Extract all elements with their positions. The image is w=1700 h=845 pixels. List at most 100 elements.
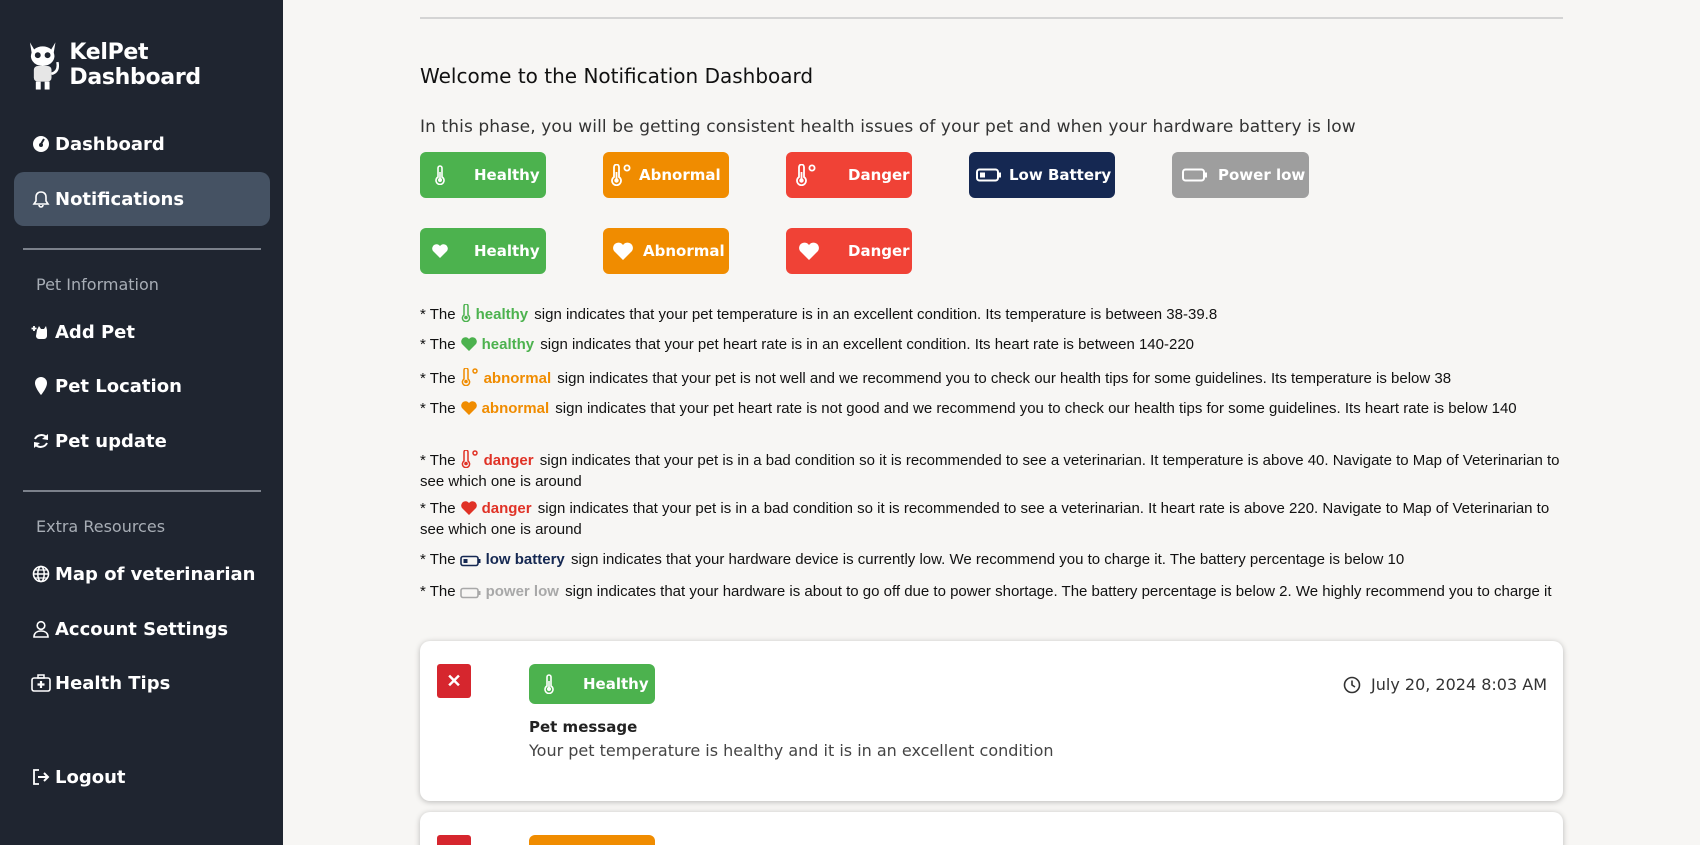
legend-keyword: power low <box>485 583 559 600</box>
legend-item: * The healthy sign indicates that your pe… <box>420 336 1570 357</box>
legend-item: * The abnormal sign indicates that your p… <box>420 400 1570 421</box>
legend-item: * The danger sign indicates that your pet… <box>420 449 1570 491</box>
legend-text: sign indicates that your pet is in a bad… <box>420 500 1550 538</box>
low-battery-badge[interactable]: Low Battery <box>969 152 1115 198</box>
intro-text: In this phase, you will be getting consi… <box>420 117 1356 137</box>
nav-health-tips-label: Health Tips <box>55 672 171 694</box>
top-divider <box>420 17 1563 19</box>
refresh-icon <box>31 431 51 451</box>
legend-keyword: abnormal <box>483 370 552 387</box>
thermometer-degree-icon <box>603 164 639 186</box>
legend-keyword: danger <box>481 500 532 517</box>
battery-low-icon <box>459 554 482 572</box>
nav-map-of-veterinarian[interactable]: Map of veterinarian <box>14 547 270 601</box>
thermometer-degree-icon <box>786 164 826 186</box>
clock-icon <box>1343 676 1361 693</box>
heart-icon <box>460 501 478 521</box>
legend-item: * The low battery sign indicates that you… <box>420 551 1570 572</box>
notification-status-badge: Healthy <box>529 664 655 704</box>
legend-keyword: abnormal <box>481 400 550 417</box>
power-low-label: Power low <box>1218 166 1306 184</box>
thermometer-icon <box>529 674 569 694</box>
power-low-badge[interactable]: Power low <box>1172 152 1309 198</box>
nav-health-tips[interactable]: Health Tips <box>14 656 270 710</box>
notification-timestamp: July 20, 2024 8:03 AM <box>1343 675 1547 694</box>
section-pet-information: Pet Information <box>36 275 159 294</box>
nav-map-of-veterinarian-label: Map of veterinarian <box>55 563 256 585</box>
brand-title: KelPet Dashboard <box>69 40 201 90</box>
nav-add-pet[interactable]: Add Pet <box>14 305 270 359</box>
battery-empty-icon <box>459 586 482 604</box>
legend-keyword: healthy <box>481 336 535 353</box>
legend-prefix: * The <box>420 336 456 353</box>
legend-text: sign indicates that your pet is in a bad… <box>420 452 1560 490</box>
nav-pet-location[interactable]: Pet Location <box>14 359 270 413</box>
heart-abnormal-badge[interactable]: Abnormal <box>603 228 729 274</box>
heart-abnormal-label: Abnormal <box>643 242 725 260</box>
dismiss-button[interactable]: ✕ <box>437 664 471 698</box>
medical-kit-icon <box>31 673 51 693</box>
nav-logout[interactable]: Logout <box>14 750 270 804</box>
legend-item: * The power low sign indicates that your … <box>420 583 1570 604</box>
legend-keyword: healthy <box>475 306 529 323</box>
legend-item: * The abnormal sign indicates that your p… <box>420 367 1570 391</box>
nav-add-pet-label: Add Pet <box>55 321 135 343</box>
temperature-healthy-badge[interactable]: Healthy <box>420 152 546 198</box>
legend-item: * The danger sign indicates that your pet… <box>420 500 1570 539</box>
temperature-abnormal-badge[interactable]: Abnormal <box>603 152 729 198</box>
legend-prefix: * The <box>420 500 456 517</box>
bell-icon <box>31 189 51 209</box>
battery-low-icon <box>969 168 1009 182</box>
nav-pet-location-label: Pet Location <box>55 375 182 397</box>
user-icon <box>31 619 51 639</box>
nav-account-settings[interactable]: Account Settings <box>14 602 270 656</box>
notification-title: Pet message <box>529 718 638 736</box>
dismiss-button[interactable]: ✕ <box>437 835 471 845</box>
heart-icon <box>420 243 460 259</box>
heart-danger-badge[interactable]: Danger <box>786 228 912 274</box>
temperature-healthy-label: Healthy <box>474 166 540 184</box>
brand[interactable]: KelPet Dashboard <box>26 38 283 92</box>
thermometer-icon <box>420 165 460 185</box>
nav-dashboard[interactable]: Dashboard <box>14 117 270 171</box>
legend-text: sign indicates that your pet heart rate … <box>551 400 1517 417</box>
nav-notifications-label: Notifications <box>55 188 185 210</box>
nav-pet-update-label: Pet update <box>55 430 167 452</box>
legend-item: * The healthy sign indicates that your pe… <box>420 303 1570 327</box>
legend-prefix: * The <box>420 306 456 323</box>
heart-icon <box>603 242 643 261</box>
nav-account-settings-label: Account Settings <box>55 618 229 640</box>
notification-body: Your pet temperature is healthy and it i… <box>529 741 1054 760</box>
nav-notifications[interactable]: Notifications <box>14 172 270 226</box>
heart-healthy-label: Healthy <box>474 242 540 260</box>
nav-pet-update[interactable]: Pet update <box>14 414 270 468</box>
legend-prefix: * The <box>420 551 456 568</box>
legend-prefix: * The <box>420 452 456 469</box>
temperature-abnormal-label: Abnormal <box>639 166 721 184</box>
thermometer-degree-icon <box>460 449 480 473</box>
notification-card: ✕ <box>420 812 1563 845</box>
thermometer-icon <box>460 303 472 327</box>
heart-icon <box>460 401 478 421</box>
heart-healthy-badge[interactable]: Healthy <box>420 228 546 274</box>
legend-prefix: * The <box>420 370 456 387</box>
cat-plus-icon <box>31 322 51 342</box>
dashboard-gauge-icon <box>31 134 51 154</box>
legend-keyword: danger <box>483 452 534 469</box>
sidebar: KelPet Dashboard Dashboard Notifications… <box>0 0 283 845</box>
battery-empty-icon <box>1172 168 1218 182</box>
page-title: Welcome to the Notification Dashboard <box>420 64 814 88</box>
notification-status-label: Healthy <box>583 675 649 693</box>
sidebar-divider <box>23 490 261 492</box>
notification-card: ✕ Healthy July 20, 2024 8:03 AM Pet mess… <box>420 641 1563 801</box>
logout-icon <box>31 767 51 787</box>
cat-logo-icon <box>29 42 59 90</box>
globe-icon <box>31 564 51 584</box>
temperature-danger-badge[interactable]: Danger <box>786 152 912 198</box>
legend-text: sign indicates that your pet temperature… <box>530 306 1218 323</box>
legend-keyword: low battery <box>485 551 565 568</box>
sidebar-divider <box>23 248 261 250</box>
section-extra-resources: Extra Resources <box>36 517 166 536</box>
legend-text: sign indicates that your pet heart rate … <box>536 336 1194 353</box>
nav-logout-label: Logout <box>55 766 126 788</box>
